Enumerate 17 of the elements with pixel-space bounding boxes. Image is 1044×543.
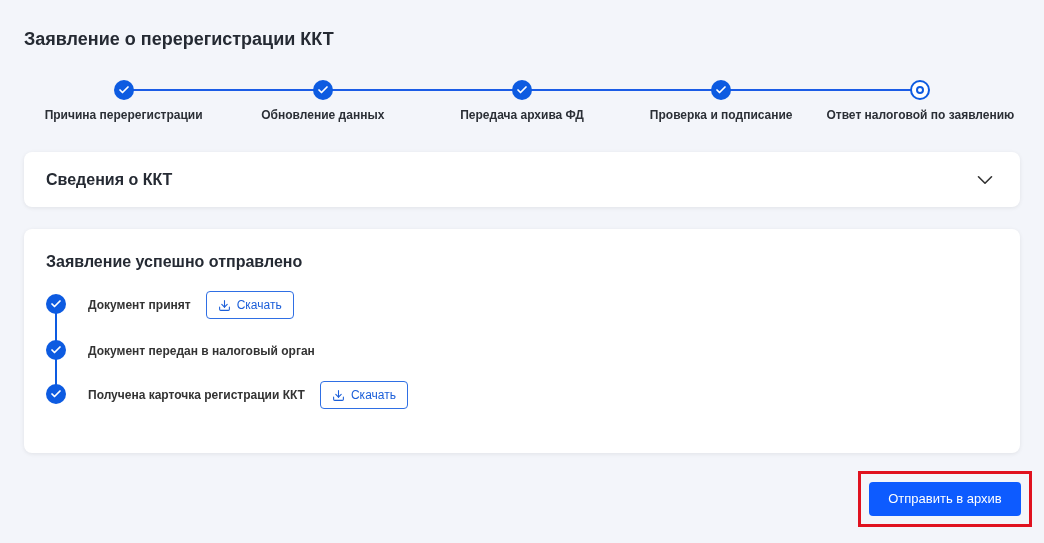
step-label: Ответ налоговой по заявлению: [826, 107, 1015, 124]
download-icon: [217, 298, 231, 312]
step-label: Проверка и подписание: [649, 107, 793, 124]
step-label: Обновление данных: [261, 107, 385, 124]
event-text: Получена карточка регистрации ККТ: [88, 387, 305, 404]
download-button[interactable]: Скачать: [319, 381, 408, 409]
event-text: Документ передан в налоговый орган: [88, 343, 315, 360]
page-title: Заявление о перерегистрации ККТ: [24, 28, 335, 51]
download-icon: [331, 388, 345, 402]
card-title: Заявление успешно отправлено: [46, 252, 304, 272]
archive-button[interactable]: Отправить в архив: [869, 482, 1021, 516]
step-label: Передача архива ФД: [460, 107, 584, 124]
section-title: Сведения о ККТ: [46, 169, 173, 190]
event-text: Документ принят: [88, 297, 191, 314]
download-button[interactable]: Скачать: [205, 291, 294, 319]
step-label: Причина перерегистрации: [44, 107, 203, 124]
kkt-section-card[interactable]: Сведения о ККТ: [24, 152, 1020, 207]
